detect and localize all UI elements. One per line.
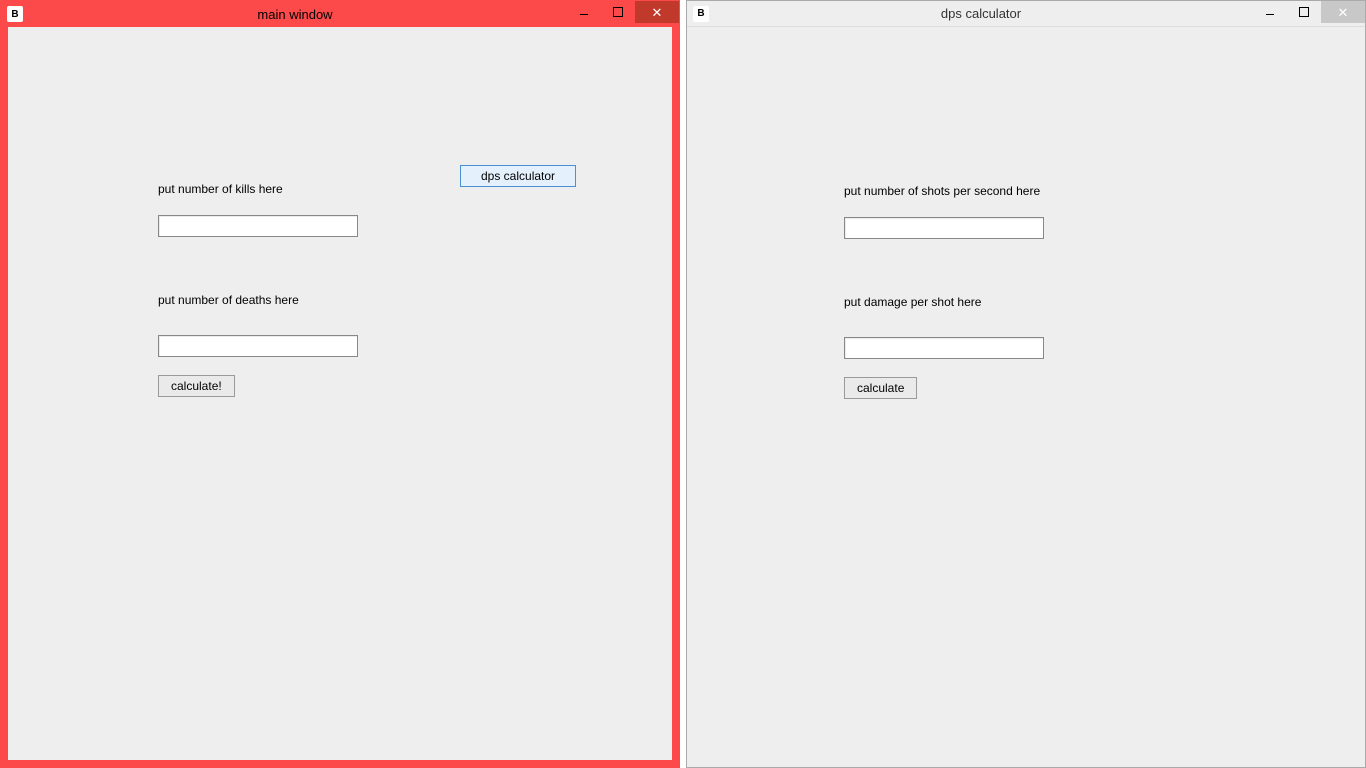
calculate-button[interactable]: calculate (844, 377, 917, 399)
close-icon: ✕ (1338, 6, 1349, 19)
minimize-icon (1266, 10, 1274, 15)
calculate-button[interactable]: calculate! (158, 375, 235, 397)
dps-window: B dps calculator ✕ put number of shots p… (686, 0, 1366, 768)
dps-window-title: dps calculator (709, 6, 1253, 21)
shots-input[interactable] (844, 217, 1044, 239)
app-icon: B (693, 6, 709, 22)
damage-label: put damage per shot here (844, 295, 981, 309)
close-button[interactable]: ✕ (1321, 1, 1365, 23)
deaths-input[interactable] (158, 335, 358, 357)
dps-window-controls: ✕ (1253, 1, 1365, 26)
maximize-icon (613, 7, 623, 17)
minimize-button[interactable] (1253, 1, 1287, 23)
app-icon: B (7, 6, 23, 22)
main-window-controls: ✕ (567, 1, 679, 27)
maximize-icon (1299, 7, 1309, 17)
main-window-titlebar[interactable]: B main window ✕ (1, 1, 679, 27)
maximize-button[interactable] (1287, 1, 1321, 23)
close-button[interactable]: ✕ (635, 1, 679, 23)
main-window: B main window ✕ dps calculator put numbe… (0, 0, 680, 768)
kills-input[interactable] (158, 215, 358, 237)
dps-calculator-button[interactable]: dps calculator (460, 165, 576, 187)
shots-label: put number of shots per second here (844, 184, 1040, 198)
damage-input[interactable] (844, 337, 1044, 359)
main-window-title: main window (23, 7, 567, 22)
dps-window-client: put number of shots per second here put … (688, 27, 1364, 766)
main-window-client: dps calculator put number of kills here … (8, 27, 672, 760)
dps-window-titlebar[interactable]: B dps calculator ✕ (687, 1, 1365, 27)
deaths-label: put number of deaths here (158, 293, 299, 307)
close-icon: ✕ (652, 6, 663, 19)
kills-label: put number of kills here (158, 182, 283, 196)
maximize-button[interactable] (601, 1, 635, 23)
minimize-button[interactable] (567, 1, 601, 23)
minimize-icon (580, 10, 588, 15)
